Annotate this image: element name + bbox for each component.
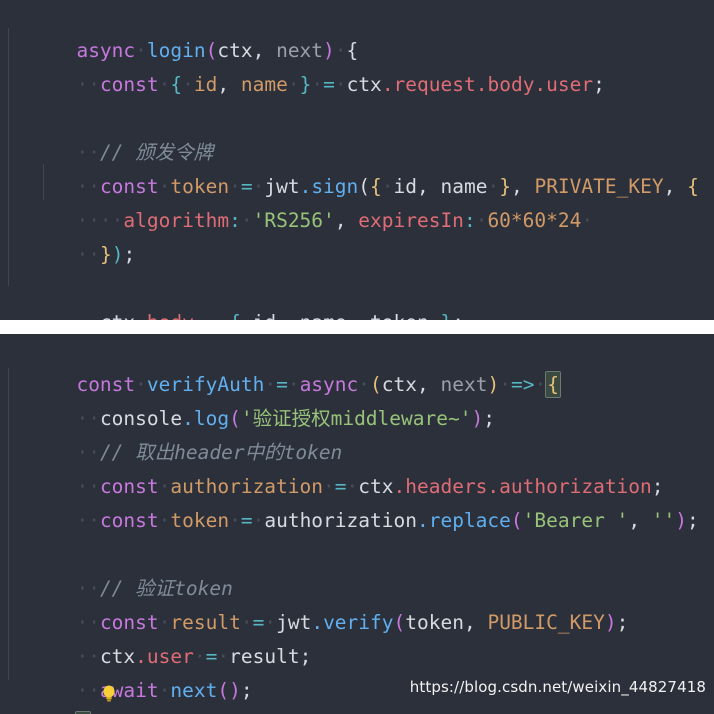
code-line[interactable]: ··const·authorization·=·ctx.headers.auth… xyxy=(0,436,714,498)
code-line[interactable]: ··await·next(); xyxy=(0,640,714,702)
code-screenshot: async·login(ctx, next)·{ ··const·{·id, n… xyxy=(0,0,714,714)
block-separator xyxy=(0,320,714,334)
code-line[interactable]: ··ctx.body·=·{·id, name, token·}; xyxy=(0,272,714,320)
code-line[interactable]: const·verifyAuth·=·async·(ctx, next)·=>·… xyxy=(0,334,714,398)
code-line-blank[interactable] xyxy=(0,68,714,102)
code-line[interactable]: ··const·{·id, name·}·=·ctx.request.body.… xyxy=(0,34,714,96)
code-line[interactable]: ··// 取出header中的token xyxy=(0,402,714,464)
code-line-blank[interactable] xyxy=(0,238,714,272)
code-line[interactable]: ··}); xyxy=(0,204,714,266)
code-block-verify-auth: const·verifyAuth·=·async·(ctx, next)·=>·… xyxy=(0,334,714,714)
code-line[interactable]: ··ctx.user·=·result; xyxy=(0,606,714,668)
code-line[interactable]: ··const·token·=·authorization.replace('B… xyxy=(0,470,714,532)
code-line[interactable]: ··const·token·=·jwt.sign({·id, name·}, P… xyxy=(0,136,714,198)
lightbulb-icon[interactable] xyxy=(6,647,115,702)
code-line[interactable]: ··// 颁发令牌 xyxy=(0,102,714,164)
code-block-login: async·login(ctx, next)·{ ··const·{·id, n… xyxy=(0,0,714,320)
code-line[interactable]: ··// 验证token xyxy=(0,538,714,600)
watermark-url: https://blog.csdn.net/weixin_44827418 xyxy=(409,678,706,696)
code-line[interactable]: ··const·result·=·jwt.verify(token, PUBLI… xyxy=(0,572,714,634)
code-line[interactable]: ··console.log('验证授权middleware~'); xyxy=(0,368,714,430)
code-line-blank[interactable] xyxy=(0,504,714,538)
code-line[interactable]: } xyxy=(0,306,714,320)
code-line[interactable]: async·login(ctx, next)·{ xyxy=(0,0,714,62)
code-line[interactable]: ····algorithm:·'RS256', expiresIn:·60*60… xyxy=(0,170,714,232)
